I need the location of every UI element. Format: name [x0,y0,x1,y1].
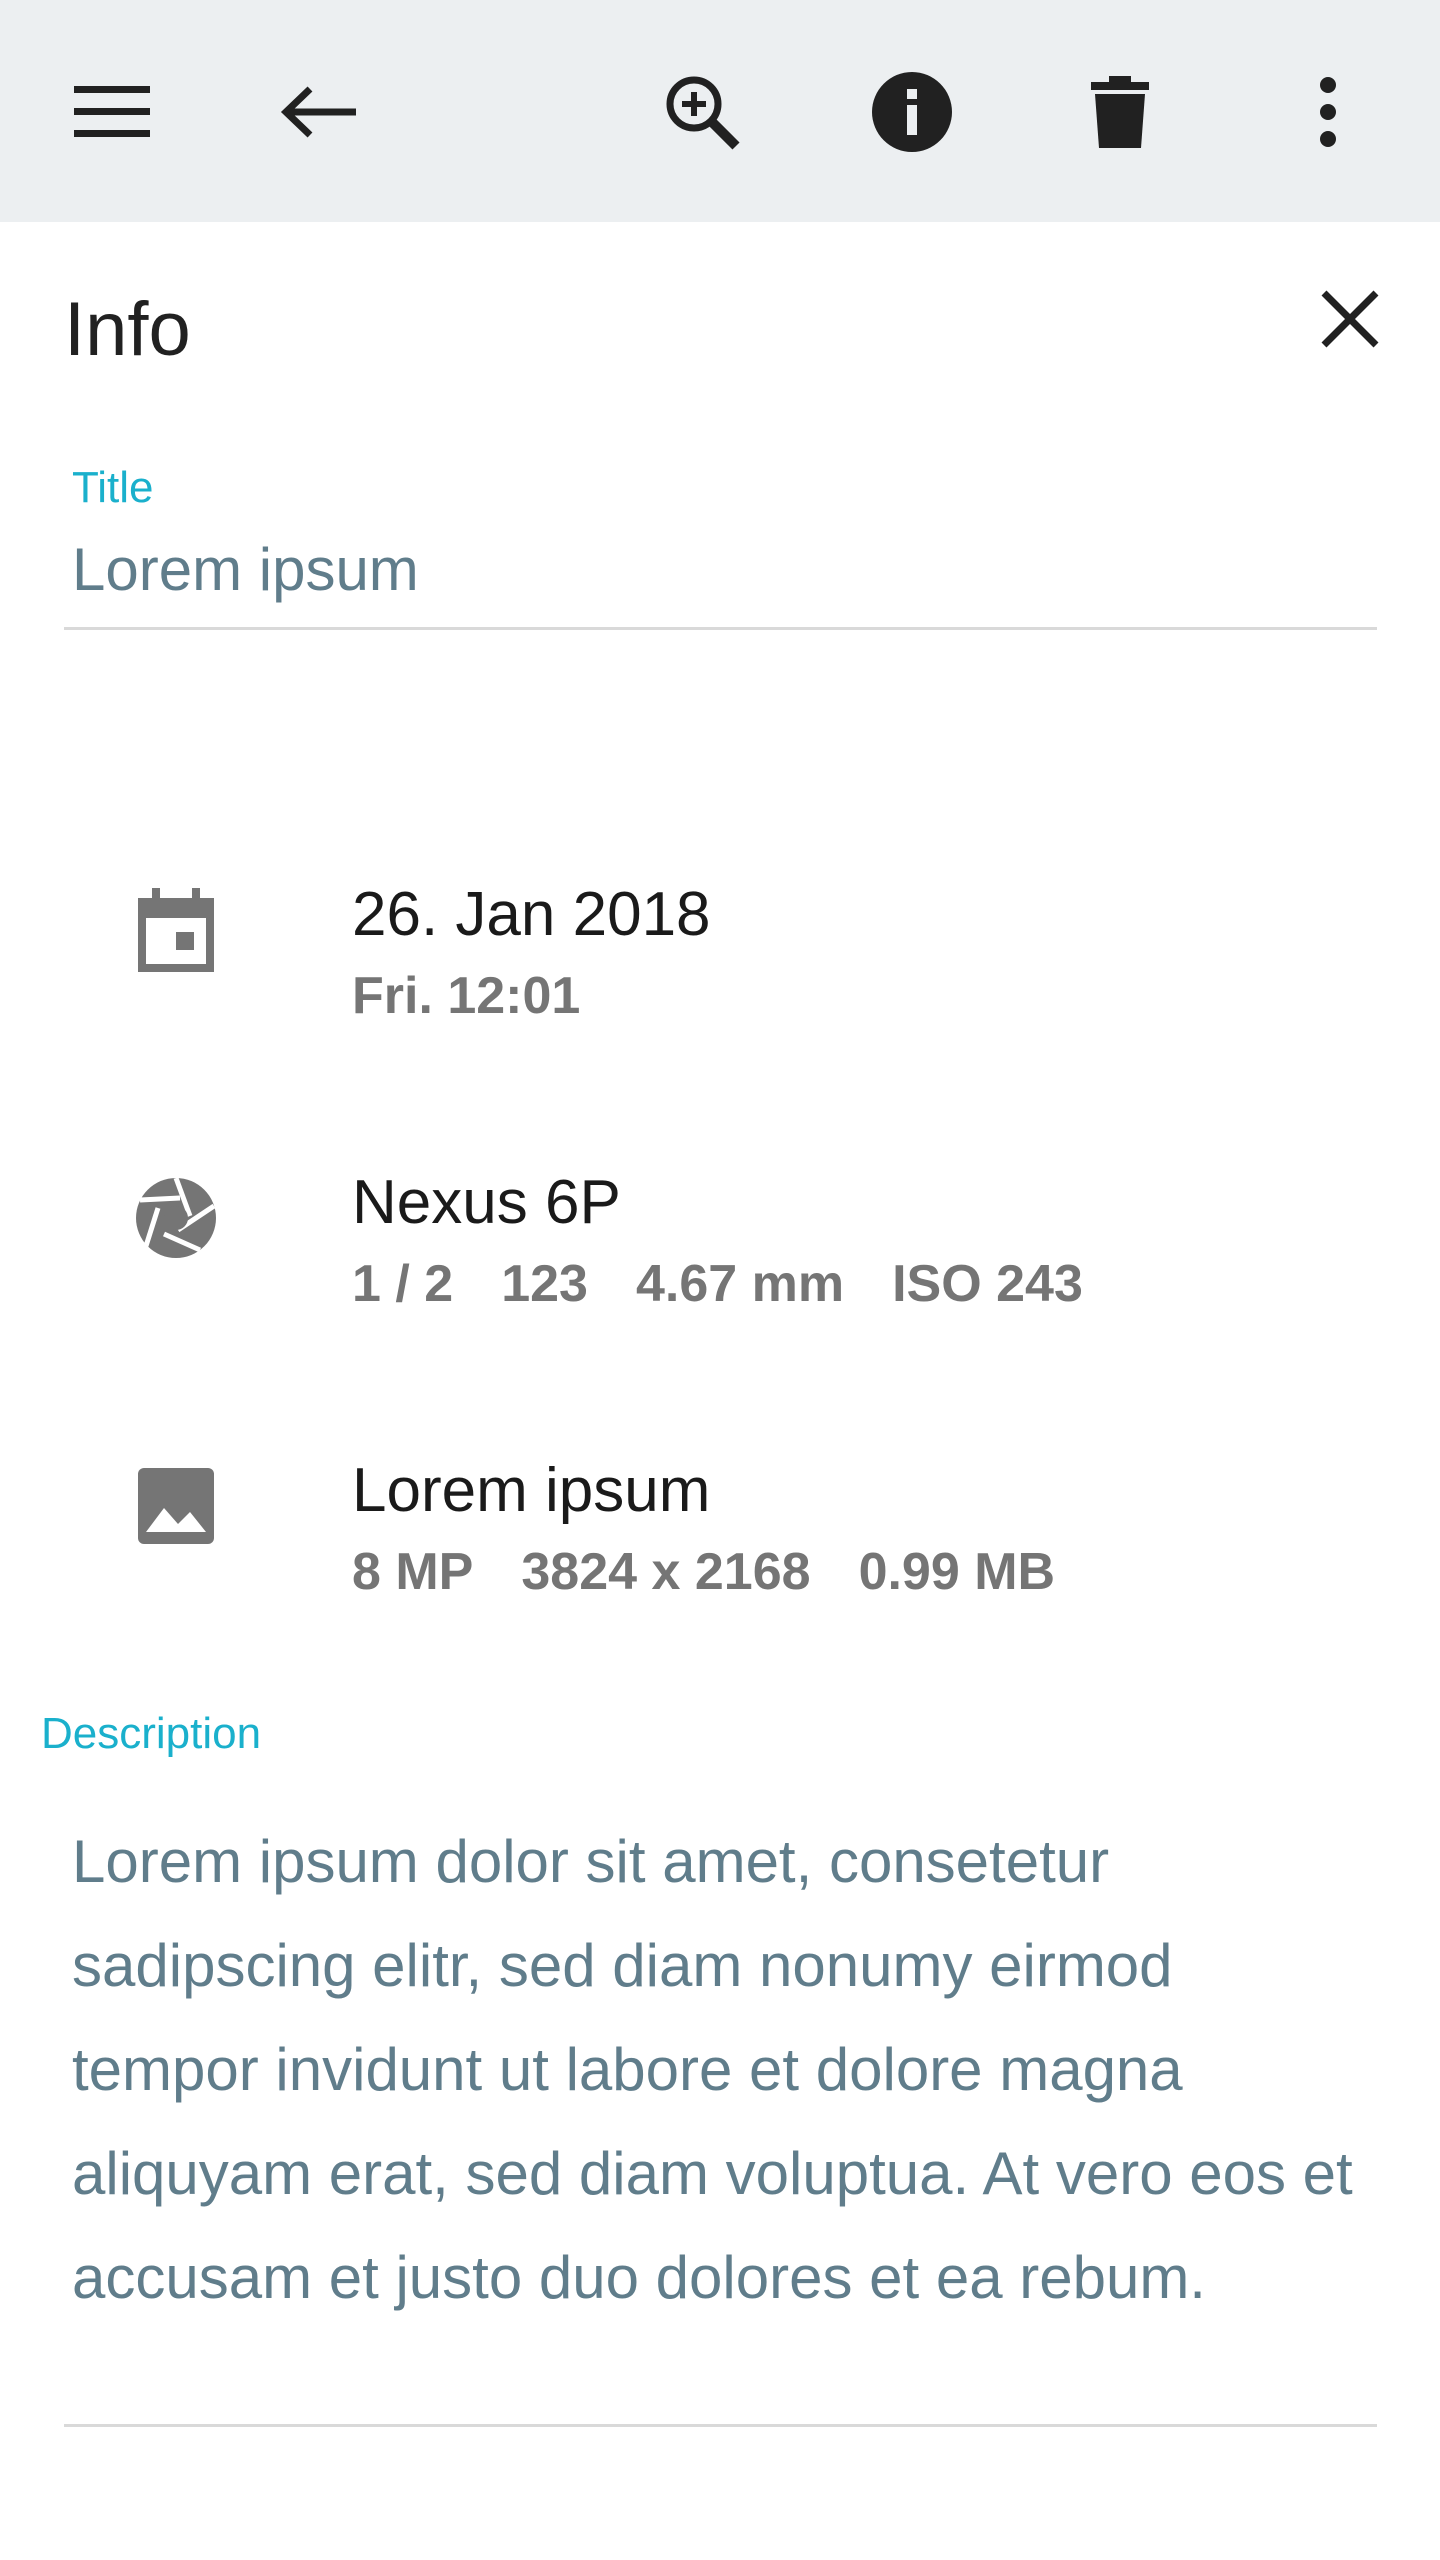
menu-icon[interactable] [57,57,167,167]
resolution-value: 3824 x 2168 [521,1543,811,1601]
app-toolbar [0,0,1440,222]
date-primary: 26. Jan 2018 [352,880,711,949]
panel-heading: Info [64,287,191,372]
image-details: 8 MP 3824 x 2168 0.99 MB [352,1546,1103,1598]
close-button[interactable] [1300,269,1400,369]
aperture-value: 1 / 2 [352,1255,454,1313]
date-row: 26. Jan 2018 Fri. 12:01 [0,842,1440,1042]
title-field-label: Title [72,463,154,512]
image-name: Lorem ipsum [352,1456,711,1525]
title-input[interactable]: Lorem ipsum [72,540,419,600]
delete-icon[interactable] [1065,57,1175,167]
camera-row: Nexus 6P 1 / 2 123 4.67 mm ISO 243 [0,1130,1440,1330]
more-vert-icon[interactable] [1273,57,1383,167]
title-field-underline [64,627,1377,630]
image-icon [126,1456,226,1556]
camera-aperture-icon [126,1168,226,1268]
info-panel: Info Title Lorem ipsum 26. Jan 2018 Fri.… [0,222,1440,2560]
focal-length-value: 4.67 mm [635,1255,845,1313]
description-field-underline [64,2424,1377,2427]
zoom-in-icon[interactable] [647,57,757,167]
shutter-value: 123 [501,1255,588,1313]
date-secondary: Fri. 12:01 [352,967,581,1025]
file-size-value: 0.99 MB [858,1543,1056,1601]
close-icon [1321,290,1379,348]
camera-model: Nexus 6P [352,1168,621,1237]
description-input[interactable]: Lorem ipsum dolor sit amet, consetetur s… [72,1810,1372,2330]
description-field-label: Description [41,1709,262,1758]
info-icon[interactable] [857,57,967,167]
camera-settings: 1 / 2 123 4.67 mm ISO 243 [352,1258,1131,1310]
back-arrow-icon[interactable] [264,57,374,167]
calendar-icon [126,880,226,980]
megapixels-value: 8 MP [352,1543,474,1601]
iso-value: ISO 243 [892,1255,1083,1313]
image-row: Lorem ipsum 8 MP 3824 x 2168 0.99 MB [0,1418,1440,1618]
